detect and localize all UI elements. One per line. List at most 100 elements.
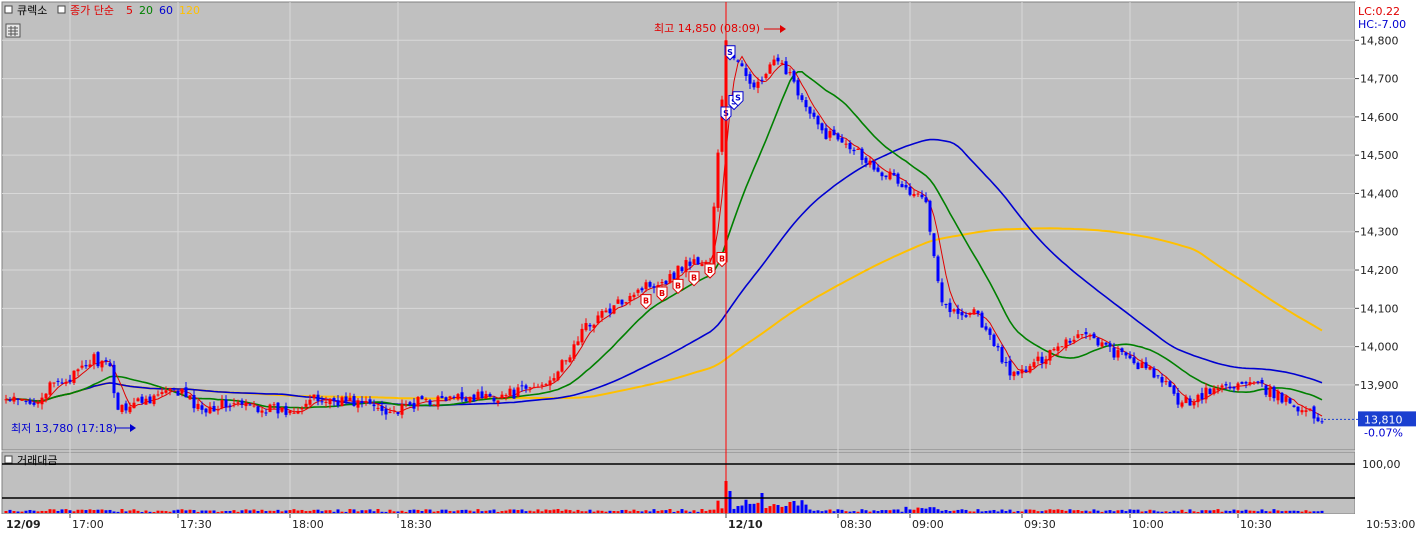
candle-body: [1320, 421, 1324, 423]
volume-bar: [820, 511, 824, 513]
legend[interactable]: 큐렉소 종가 단순 5 20 60 120: [4, 4, 200, 17]
volume-bar: [692, 510, 696, 513]
volume-bar: [712, 509, 716, 513]
y-tick-label: 14,700: [1360, 73, 1399, 86]
candle-body: [1244, 382, 1248, 384]
volume-bar: [976, 509, 980, 513]
candle-body: [928, 200, 932, 232]
candle-body: [624, 302, 628, 304]
candle-body: [1312, 406, 1316, 419]
volume-bar: [192, 510, 196, 513]
candle-body: [1148, 366, 1152, 370]
candle-body: [1144, 362, 1148, 369]
candle-body: [620, 299, 624, 305]
candle-body: [672, 272, 676, 280]
volume-bar: [572, 511, 576, 513]
candle-body: [540, 384, 544, 386]
candle-body: [260, 410, 264, 413]
volume-bar: [1300, 511, 1304, 513]
candle-body: [612, 305, 616, 314]
candle-body: [140, 396, 144, 403]
stock-chart[interactable]: 14,800 14,700 14,600 14,500 14,400 14,300 14,2…: [0, 0, 1423, 534]
volume-bar: [1020, 511, 1024, 513]
price-plot-area[interactable]: [1, 1, 1356, 451]
volume-plot-area[interactable]: [1, 451, 1356, 515]
candle-body: [688, 261, 692, 266]
candle-body: [1256, 381, 1260, 383]
volume-bar: [1188, 509, 1192, 513]
candle-body: [804, 100, 808, 108]
candle-body: [892, 173, 896, 176]
volume-bar: [524, 511, 528, 513]
data-table-icon[interactable]: [5, 23, 21, 38]
volume-bar: [856, 511, 860, 513]
candle-body: [252, 405, 256, 407]
volume-bar: [348, 509, 352, 513]
volume-bar: [416, 509, 420, 513]
volume-toggle-icon[interactable]: [4, 455, 13, 464]
volume-bar: [456, 510, 460, 513]
candle-body: [268, 404, 272, 413]
buy-signal-icon-label: B: [659, 289, 665, 298]
candle-body: [796, 80, 800, 96]
candle-body: [408, 402, 412, 405]
volume-bar: [1296, 510, 1300, 513]
x-tick-label: 10:00: [1132, 518, 1164, 531]
volume-bar: [1280, 511, 1284, 513]
volume-bar: [736, 506, 740, 513]
x-tick-label: 08:30: [840, 518, 872, 531]
candle-body: [572, 344, 576, 359]
candle-body: [60, 382, 64, 384]
candle-body: [264, 412, 268, 414]
buy-signal-icon-label: B: [719, 255, 725, 264]
candle-body: [236, 402, 240, 404]
x-tick-label: 18:30: [400, 518, 432, 531]
legend-toggle-icon[interactable]: [4, 5, 13, 14]
candle-body: [100, 360, 104, 368]
volume-bar: [268, 510, 272, 513]
volume-bar: [436, 511, 440, 513]
candle-body: [464, 398, 468, 402]
candle-body: [956, 308, 960, 314]
volume-bar: [308, 510, 312, 513]
candle-body: [1204, 387, 1208, 400]
candle-body: [352, 396, 356, 406]
volume-bar: [1136, 509, 1140, 513]
volume-bar: [580, 511, 584, 513]
volume-bar: [644, 510, 648, 513]
candle-body: [208, 406, 212, 414]
volume-bar: [1140, 511, 1144, 513]
candle-body: [280, 407, 284, 412]
volume-bar: [796, 505, 800, 513]
candle-body: [388, 411, 392, 413]
candle-body: [992, 334, 996, 347]
volume-bar: [216, 511, 220, 513]
volume-bar: [380, 511, 384, 513]
candle-body: [1040, 356, 1044, 364]
candle-body: [156, 394, 160, 396]
candle-body: [1232, 386, 1236, 389]
candle-body: [1216, 388, 1220, 391]
volume-bar: [440, 509, 444, 513]
volume-bar: [808, 509, 812, 513]
candle-body: [980, 312, 984, 328]
volume-bar: [1312, 511, 1316, 513]
volume-bar: [632, 509, 636, 513]
legend-ma-toggle-icon[interactable]: [57, 5, 66, 14]
candle-body: [80, 365, 84, 368]
candle-body: [84, 365, 88, 367]
candle-body: [584, 323, 588, 331]
volume-bar: [700, 509, 704, 513]
candle-body: [440, 395, 444, 399]
candle-body: [748, 74, 752, 84]
volume-bar: [68, 510, 72, 513]
volume-bar: [360, 510, 364, 513]
candle-body: [212, 405, 216, 412]
candle-body: [484, 394, 488, 399]
volume-bar: [228, 510, 232, 513]
candle-body: [24, 400, 28, 402]
volume-bar: [292, 509, 296, 513]
volume-bar: [528, 510, 532, 513]
candle-body: [908, 186, 912, 195]
volume-bar: [1148, 509, 1152, 513]
